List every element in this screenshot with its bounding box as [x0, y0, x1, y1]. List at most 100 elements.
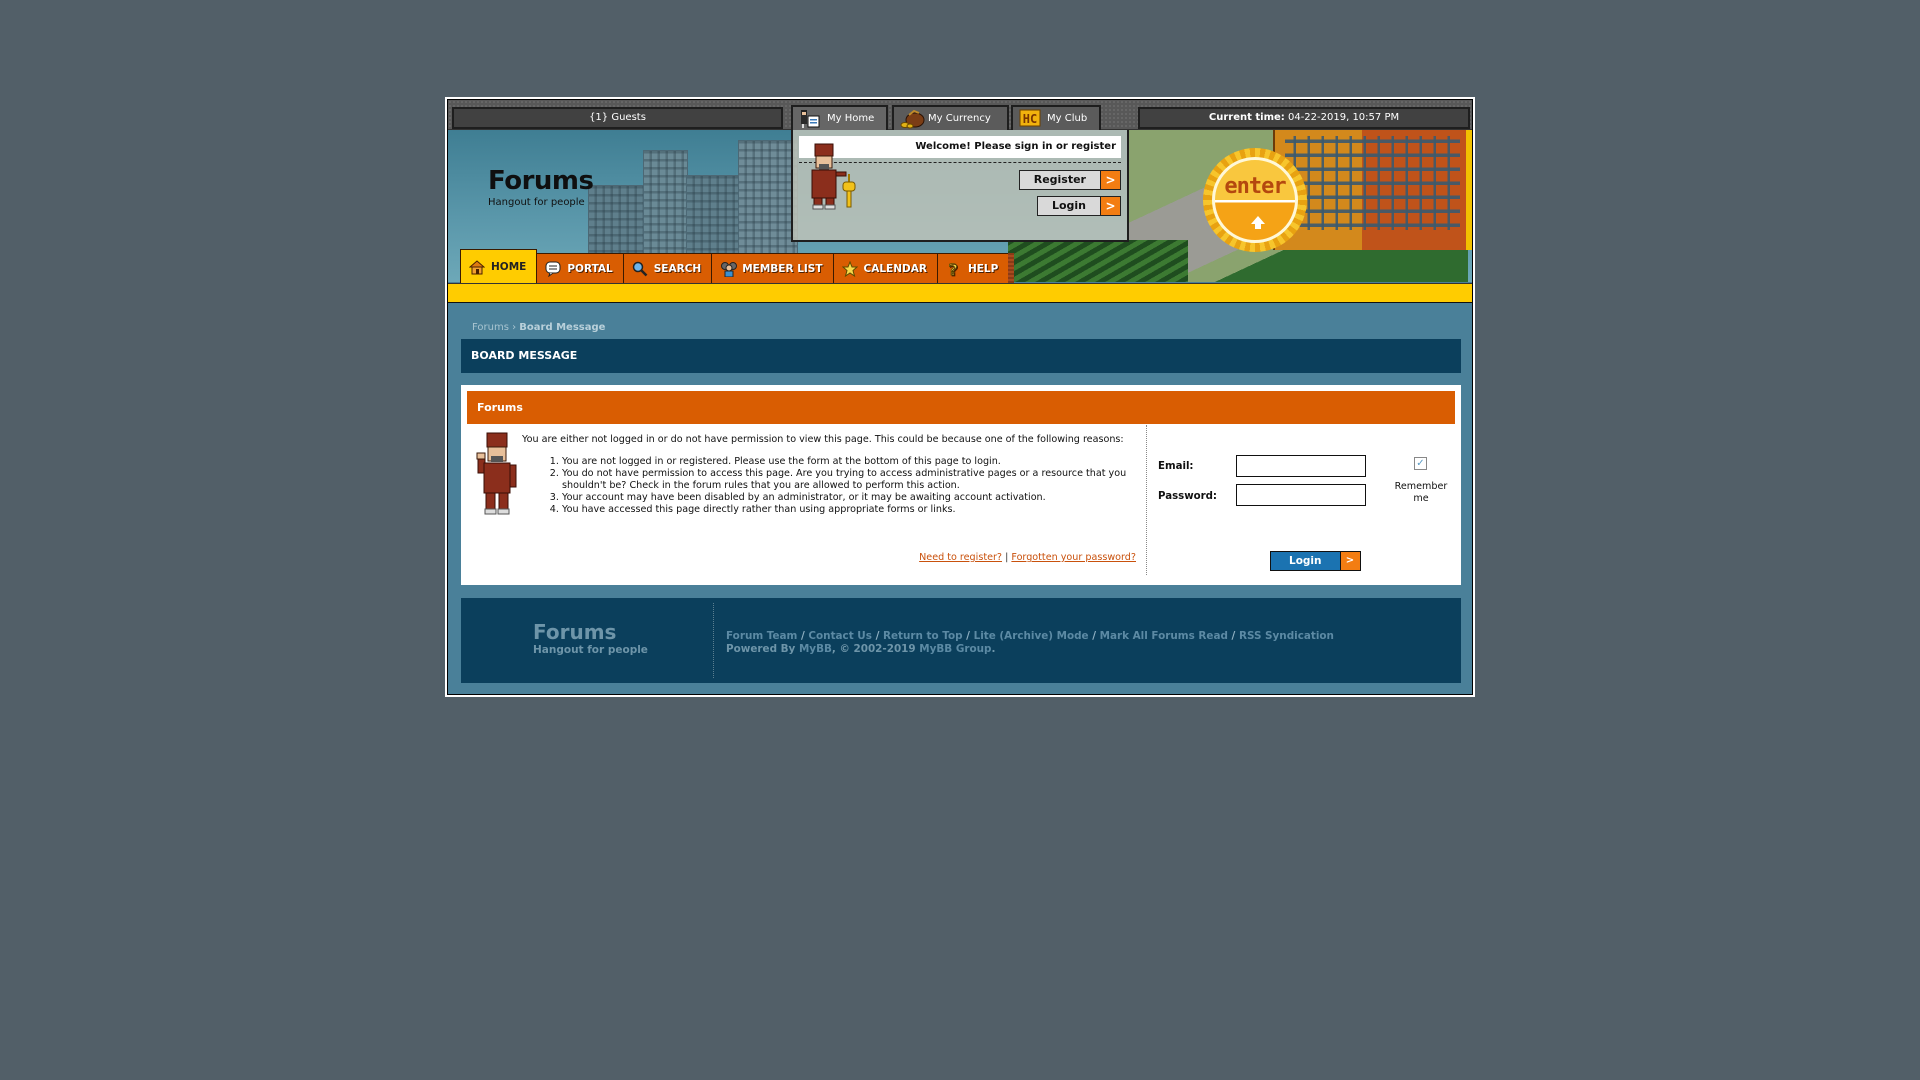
current-time-label: Current time: — [1208, 112, 1285, 123]
login-submit-button[interactable]: Login > — [1270, 551, 1361, 571]
reason-item: You are not logged in or registered. Ple… — [562, 456, 1136, 468]
reason-item: You do not have permission to access thi… — [562, 468, 1136, 492]
email-field[interactable] — [1236, 455, 1366, 477]
coin-bag-icon — [900, 109, 925, 129]
top-user-bar: {1} Guests My Home My Currency HC My Clu… — [448, 100, 1472, 131]
password-label: Password: — [1158, 491, 1217, 502]
message-intro: You are either not logged in or do not h… — [522, 434, 1124, 445]
members-icon — [720, 261, 738, 277]
arrow-right-icon: > — [1339, 552, 1360, 570]
my-club-tab[interactable]: HC My Club — [1011, 105, 1101, 131]
header-login-button[interactable]: Login > — [1036, 196, 1121, 216]
banner-edge — [1466, 130, 1472, 250]
welcome-panel: Welcome! Please sign in or register Regi… — [791, 130, 1129, 242]
my-home-label: My Home — [827, 113, 875, 124]
link-separator: / — [1231, 630, 1236, 642]
breadcrumb: Forums › Board Message — [472, 322, 605, 333]
doorman-with-key-icon — [811, 143, 856, 210]
page-frame: {1} Guests My Home My Currency HC My Clu… — [445, 97, 1475, 697]
house-icon — [468, 259, 486, 275]
hedge-maze — [1008, 240, 1188, 282]
current-time: Current time: 04-22-2019, 10:57 PM — [1138, 107, 1470, 129]
question-icon: ? — [946, 259, 962, 279]
breadcrumb-root-link[interactable]: Forums — [472, 322, 509, 333]
forgot-password-link[interactable]: Forgotten your password? — [1011, 552, 1136, 563]
mybb-link[interactable]: MyBB — [799, 643, 832, 655]
reasons-list: You are not logged in or registered. Ple… — [522, 456, 1136, 516]
register-label: Register — [1019, 171, 1100, 189]
nav-tab-member-list[interactable]: MEMBER LIST — [711, 253, 834, 283]
board-message-heading: BOARD MESSAGE — [461, 339, 1461, 373]
link-separator: / — [875, 630, 880, 642]
main-nav: HOME PORTAL SEARCH MEMBER LIST CALENDAR … — [460, 249, 1015, 283]
guests-online-count: {1} Guests — [452, 107, 783, 129]
copyright-text: , © 2002-2019 — [831, 643, 916, 655]
nav-label: SEARCH — [653, 262, 702, 275]
link-separator: / — [801, 630, 805, 642]
nav-label: HELP — [967, 262, 999, 275]
svg-text:?: ? — [948, 261, 957, 277]
footer: Forums Hangout for people Forum Team / C… — [461, 598, 1461, 683]
footer-link-return-to-top[interactable]: Return to Top — [883, 630, 963, 642]
reason-item: Your account may have been disabled by a… — [562, 492, 1136, 504]
link-separator: / — [1092, 630, 1097, 642]
remember-me-checkbox[interactable]: ✓ — [1414, 457, 1427, 470]
login-form: Email: Password: ✓ Remember me Login > — [1148, 425, 1455, 575]
user-home-icon — [799, 109, 823, 129]
login-label: Login — [1037, 197, 1100, 215]
star-icon — [841, 260, 858, 277]
svg-text:HC: HC — [1023, 112, 1037, 126]
nav-end-cap — [1008, 253, 1015, 283]
nav-label: CALENDAR — [863, 262, 927, 275]
footer-links: Forum Team / Contact Us / Return to Top … — [726, 630, 1334, 656]
login-submit-label: Login — [1271, 552, 1340, 570]
header-register-button[interactable]: Register > — [1018, 170, 1121, 190]
board-message-panel: Forums You are either not logged in or d… — [461, 385, 1461, 585]
nav-label: PORTAL — [567, 262, 613, 275]
magnifier-icon — [632, 261, 648, 277]
nav-tab-portal[interactable]: PORTAL — [536, 253, 624, 283]
nav-tab-home[interactable]: HOME — [460, 249, 538, 283]
my-currency-label: My Currency — [928, 113, 991, 124]
nav-underline-bar — [448, 283, 1472, 303]
site-subtitle: Hangout for people — [488, 197, 585, 208]
my-home-tab[interactable]: My Home — [791, 105, 888, 131]
footer-link-mark-read[interactable]: Mark All Forums Read — [1100, 630, 1228, 642]
enter-badge-button[interactable]: enter — [1203, 148, 1307, 252]
arrow-right-icon: > — [1100, 171, 1120, 189]
breadcrumb-separator: › — [512, 322, 517, 333]
breadcrumb-current: Board Message — [519, 322, 606, 333]
message-text: You are either not logged in or do not h… — [522, 434, 1136, 516]
nav-label: HOME — [491, 260, 527, 273]
need-register-link[interactable]: Need to register? — [919, 552, 1002, 563]
footer-divider — [713, 603, 714, 678]
powered-by-text: Powered By — [726, 643, 796, 655]
arrow-up-icon — [1251, 216, 1265, 229]
enter-label: enter — [1224, 174, 1286, 199]
my-currency-tab[interactable]: My Currency — [892, 105, 1009, 131]
footer-link-contact-us[interactable]: Contact Us — [808, 630, 872, 642]
footer-link-lite-mode[interactable]: Lite (Archive) Mode — [974, 630, 1089, 642]
nav-tab-search[interactable]: SEARCH — [622, 253, 713, 283]
link-separator: | — [1005, 552, 1009, 563]
nav-tab-help[interactable]: ? HELP — [936, 253, 1010, 283]
password-field[interactable] — [1236, 484, 1366, 506]
help-links: Need to register? | Forgotten your passw… — [919, 552, 1136, 563]
copyright-end: . — [991, 643, 996, 655]
site-title[interactable]: Forums — [488, 166, 594, 196]
footer-link-rss[interactable]: RSS Syndication — [1239, 630, 1334, 642]
footer-title: Forums — [533, 620, 617, 644]
remember-me-label: Remember me — [1394, 481, 1448, 504]
arrow-right-icon: > — [1100, 197, 1120, 215]
message-cell: You are either not logged in or do not h… — [467, 425, 1147, 575]
panel-title: Forums — [467, 391, 1455, 424]
email-label: Email: — [1158, 461, 1194, 472]
link-separator: / — [966, 630, 970, 642]
hc-club-icon: HC — [1019, 109, 1043, 129]
footer-subtitle: Hangout for people — [533, 644, 648, 656]
footer-link-forum-team[interactable]: Forum Team — [726, 630, 797, 642]
nav-tab-calendar[interactable]: CALENDAR — [832, 253, 938, 283]
mybb-group-link[interactable]: MyBB Group — [919, 643, 991, 655]
my-club-label: My Club — [1047, 113, 1088, 124]
nav-label: MEMBER LIST — [742, 262, 823, 275]
